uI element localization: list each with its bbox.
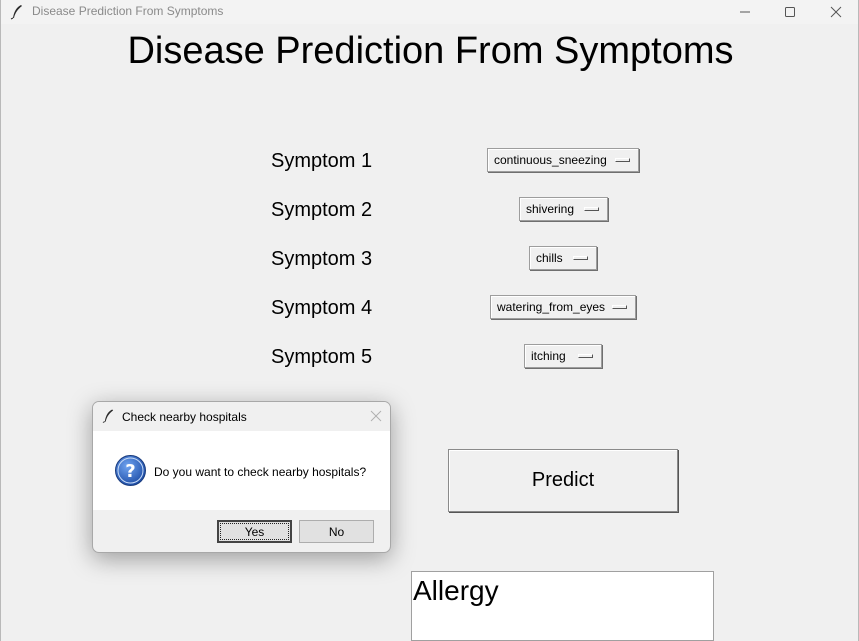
maximize-icon (785, 7, 795, 17)
symptom-4-value: watering_from_eyes (497, 300, 606, 314)
dropdown-indicator-icon (578, 354, 593, 358)
result-text: Allergy (413, 575, 499, 606)
dropdown-indicator-icon (612, 305, 627, 309)
symptom-4-label: Symptom 4 (271, 297, 373, 319)
close-icon (830, 6, 842, 18)
symptom-5-value: itching (531, 349, 566, 363)
dialog-message: Do you want to check nearby hospitals? (154, 465, 367, 479)
question-icon: ? (115, 455, 146, 486)
window-title: Disease Prediction From Symptoms (32, 4, 224, 18)
symptom-1-value: continuous_sneezing (494, 153, 607, 167)
symptom-3-value: chills (536, 251, 563, 265)
symptom-2-label: Symptom 2 (271, 199, 373, 221)
feather-icon (102, 409, 114, 423)
dialog-title-bar[interactable]: Check nearby hospitals (93, 402, 390, 431)
no-button[interactable]: No (299, 520, 374, 543)
close-icon[interactable] (368, 408, 384, 424)
symptom-2-value: shivering (526, 202, 575, 216)
minimize-icon (740, 11, 750, 13)
symptom-4-dropdown[interactable]: watering_from_eyes (490, 295, 636, 319)
main-window: Disease Prediction From Symptoms Disease… (0, 0, 859, 641)
minimize-button[interactable] (722, 0, 768, 24)
feather-icon (10, 5, 22, 20)
dropdown-indicator-icon (615, 158, 630, 162)
dropdown-indicator-icon (584, 207, 599, 211)
symptom-3-dropdown[interactable]: chills (529, 246, 597, 270)
symptom-5-dropdown[interactable]: itching (524, 344, 602, 368)
symptom-3-label: Symptom 3 (271, 248, 373, 270)
dialog-title: Check nearby hospitals (122, 410, 247, 424)
title-bar[interactable]: Disease Prediction From Symptoms (1, 0, 858, 24)
yes-button[interactable]: Yes (217, 520, 292, 543)
svg-text:?: ? (125, 461, 135, 482)
symptom-1-dropdown[interactable]: continuous_sneezing (487, 148, 639, 172)
dialog-body: ? Do you want to check nearby hospitals? (93, 431, 390, 510)
predict-button[interactable]: Predict (448, 449, 678, 512)
page-title: Disease Prediction From Symptoms (127, 30, 734, 72)
dropdown-indicator-icon (573, 256, 588, 260)
maximize-button[interactable] (767, 0, 813, 24)
close-button[interactable] (813, 0, 859, 24)
symptom-2-dropdown[interactable]: shivering (519, 197, 608, 221)
result-textbox[interactable]: Allergy (411, 571, 714, 641)
hospital-dialog: Check nearby hospitals ? Do you want to … (92, 401, 391, 553)
symptom-1-label: Symptom 1 (271, 150, 373, 172)
symptom-5-label: Symptom 5 (271, 346, 373, 368)
